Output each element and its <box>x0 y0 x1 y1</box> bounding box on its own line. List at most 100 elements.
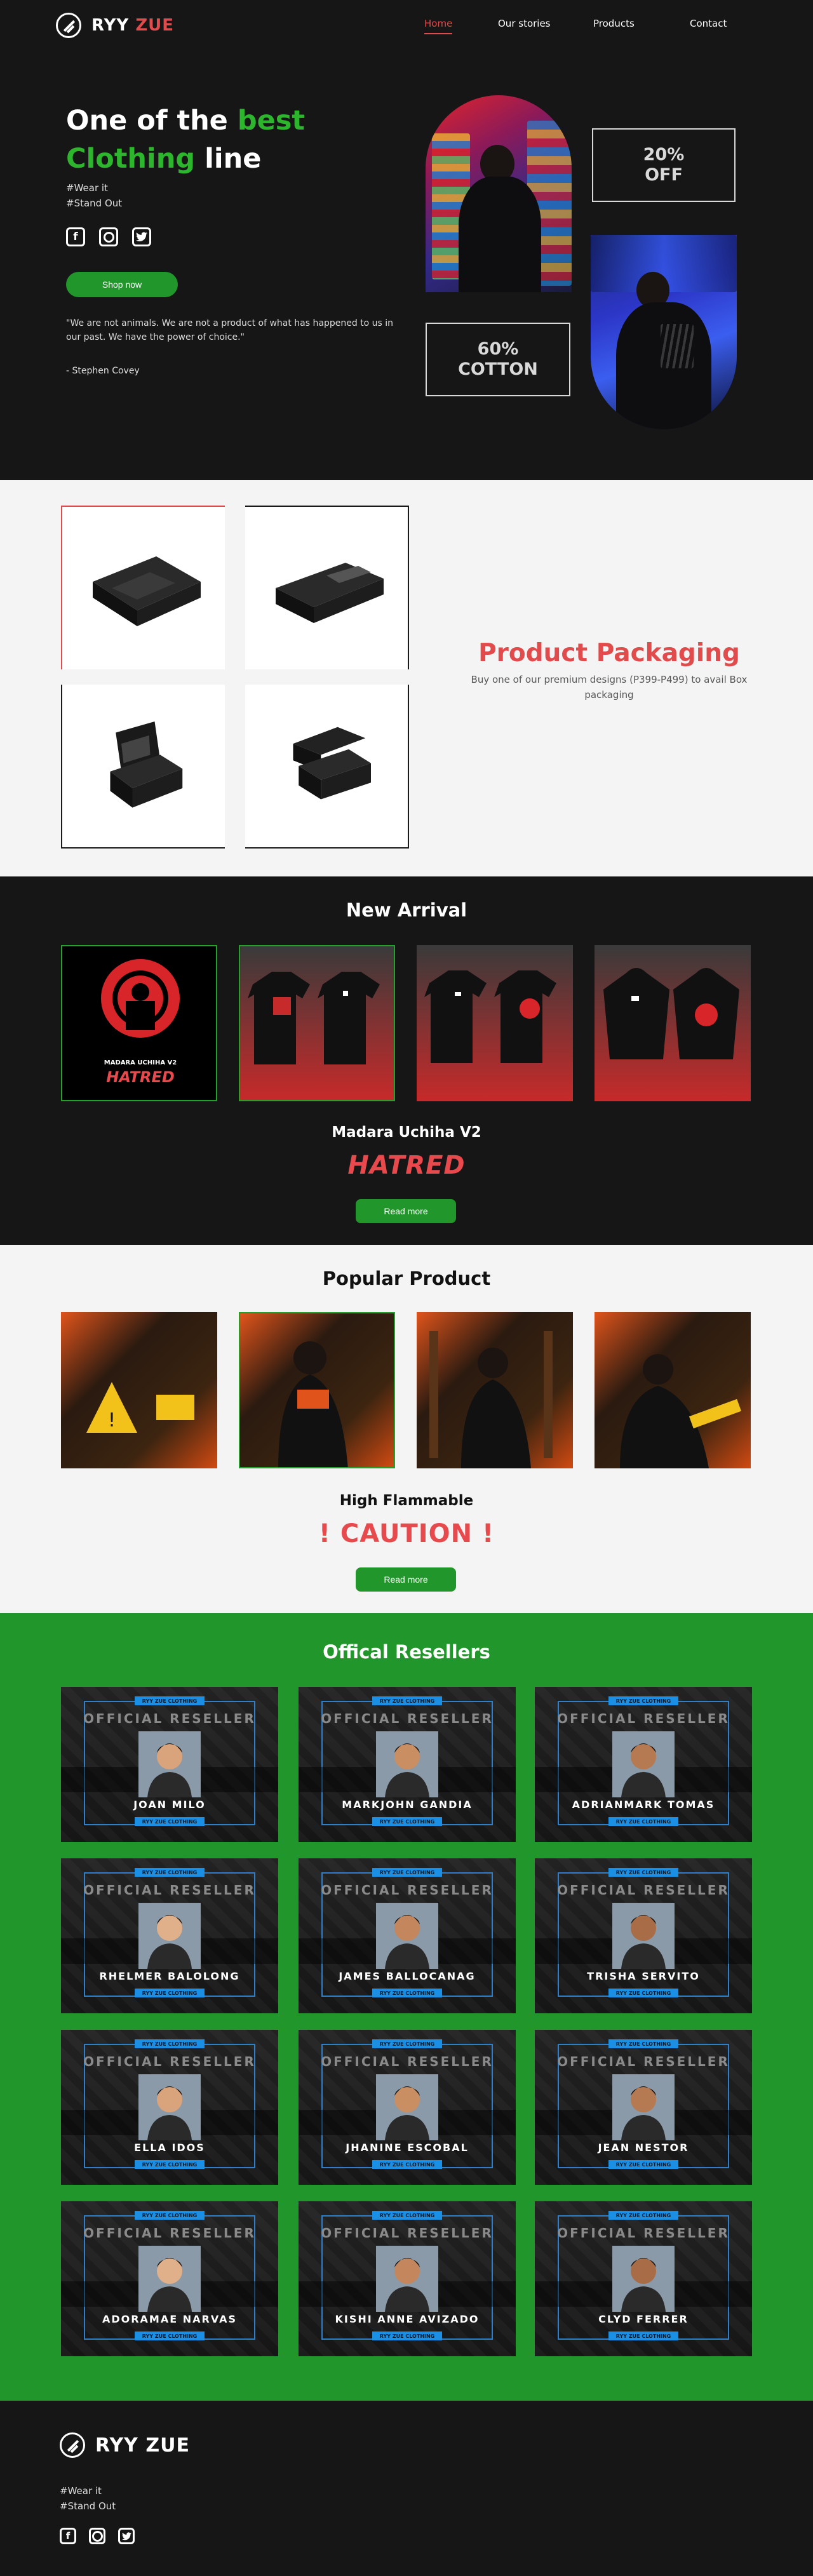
featured-product-name: High Flammable <box>339 1493 474 1509</box>
reseller-card[interactable]: RYY ZUE CLOTHING OFFICIAL RESELLER JEAN NE… <box>535 2030 752 2185</box>
brand-tag: RYY ZUE CLOTHING <box>372 2331 442 2340</box>
shop-now-button[interactable]: Shop now <box>66 272 178 297</box>
reseller-heading: OFFICIAL RESELLER <box>557 2054 730 2069</box>
footer-tags: #Wear it #Stand Out <box>60 2485 116 2512</box>
reseller-card[interactable]: RYY ZUE CLOTHING OFFICIAL RESELLER KISHI A… <box>299 2201 516 2356</box>
brand-tag: RYY ZUE CLOTHING <box>608 2160 678 2169</box>
reseller-name: RHELMER BALOLONG <box>99 1970 240 1982</box>
tshirt-pair-icon <box>424 970 556 1063</box>
reseller-card[interactable]: RYY ZUE CLOTHING OFFICIAL RESELLER ELLA ID… <box>61 2030 278 2185</box>
reseller-avatar <box>376 2074 438 2140</box>
resellers-section: Offical Resellers RYY ZUE CLOTHING OFFICI… <box>0 1613 813 2401</box>
brand-tag: RYY ZUE CLOTHING <box>135 2211 205 2220</box>
reseller-card[interactable]: RYY ZUE CLOTHING OFFICIAL RESELLER JHANINE… <box>299 2030 516 2185</box>
reseller-avatar <box>376 1731 438 1797</box>
reseller-heading: OFFICIAL RESELLER <box>321 2054 494 2069</box>
reseller-card[interactable]: RYY ZUE CLOTHING OFFICIAL RESELLER MARKJOH… <box>299 1687 516 1842</box>
reseller-heading: OFFICIAL RESELLER <box>83 2054 256 2069</box>
reseller-heading: OFFICIAL RESELLER <box>557 2225 730 2241</box>
facebook-icon[interactable]: f <box>66 227 85 246</box>
svg-text:!: ! <box>108 1409 116 1432</box>
hero-socials: f <box>66 227 151 246</box>
featured-product-name: Madara Uchiha V2 <box>332 1124 481 1141</box>
reseller-name: ADRIANMARK TOMAS <box>572 1799 715 1811</box>
reseller-card[interactable]: RYY ZUE CLOTHING OFFICIAL RESELLER ADORAMA… <box>61 2201 278 2356</box>
popular-product-section: Popular Product ! High Flammable ! CAUTI… <box>0 1245 813 1613</box>
reseller-heading: OFFICIAL RESELLER <box>83 1882 256 1898</box>
resellers-title: Offical Resellers <box>323 1641 490 1663</box>
reseller-card[interactable]: RYY ZUE CLOTHING OFFICIAL RESELLER RHELMER… <box>61 1858 278 2013</box>
reseller-heading: OFFICIAL RESELLER <box>321 1882 494 1898</box>
reseller-heading: OFFICIAL RESELLER <box>557 1711 730 1726</box>
brand-name-part1: RYY <box>91 16 130 35</box>
read-more-button[interactable]: Read more <box>356 1199 456 1223</box>
reseller-card[interactable]: RYY ZUE CLOTHING OFFICIAL RESELLER JOAN MI… <box>61 1687 278 1842</box>
reseller-avatar <box>138 1731 201 1797</box>
product-card[interactable]: MADARA UCHIHA V2 HATRED <box>61 945 217 1101</box>
facebook-icon[interactable]: f <box>60 2528 76 2544</box>
reseller-name: JOAN MILO <box>133 1799 206 1811</box>
brand-tag: RYY ZUE CLOTHING <box>135 1868 205 1877</box>
nav-products[interactable]: Products <box>593 18 690 34</box>
footer-logo[interactable]: RYY ZUE <box>60 2432 190 2458</box>
product-card[interactable] <box>595 945 751 1101</box>
brand-tag: RYY ZUE CLOTHING <box>608 2211 678 2220</box>
brand-tag: RYY ZUE CLOTHING <box>135 2160 205 2169</box>
nav-our-stories[interactable]: Our stories <box>498 18 593 34</box>
reseller-name: JHANINE ESCOBAL <box>346 2142 469 2154</box>
brand-name-part2: ZUE <box>135 16 175 35</box>
product-card[interactable] <box>417 1312 573 1468</box>
read-more-button[interactable]: Read more <box>356 1567 456 1592</box>
reseller-avatar <box>138 1903 201 1969</box>
packaging-image[interactable] <box>245 685 409 849</box>
packaging-subtitle: Buy one of our premium designs (P399-P49… <box>471 674 748 701</box>
reseller-avatar <box>138 2074 201 2140</box>
reseller-card[interactable]: RYY ZUE CLOTHING OFFICIAL RESELLER JAMES B… <box>299 1858 516 2013</box>
main-menu: Home Our stories Products Contact <box>424 18 727 34</box>
packaging-image[interactable] <box>245 506 409 669</box>
brand-tag: RYY ZUE CLOTHING <box>608 2039 678 2048</box>
packaging-image[interactable] <box>61 506 225 669</box>
reseller-card[interactable]: RYY ZUE CLOTHING OFFICIAL RESELLER CLYD FE… <box>535 2201 752 2356</box>
twitter-icon[interactable] <box>132 227 151 246</box>
packaging-section: Product Packaging Buy one of our premium… <box>0 480 813 876</box>
reseller-heading: OFFICIAL RESELLER <box>83 2225 256 2241</box>
nav-contact[interactable]: Contact <box>690 18 727 34</box>
reseller-card[interactable]: RYY ZUE CLOTHING OFFICIAL RESELLER TRISHA … <box>535 1858 752 2013</box>
footer: RYY ZUE #Wear it #Stand Out f <box>0 2401 813 2576</box>
box-illustration <box>276 563 384 623</box>
reseller-heading: OFFICIAL RESELLER <box>557 1882 730 1898</box>
packaging-image[interactable] <box>61 685 225 849</box>
reseller-heading: OFFICIAL RESELLER <box>321 1711 494 1726</box>
footer-socials: f <box>60 2528 135 2544</box>
product-card[interactable] <box>239 945 395 1101</box>
hoodie-pair-icon <box>603 968 739 1059</box>
nav-home[interactable]: Home <box>424 18 498 34</box>
reseller-name: JAMES BALLOCANAG <box>339 1970 476 1982</box>
brand-tag: RYY ZUE CLOTHING <box>608 1989 678 1997</box>
tshirt-pair-icon <box>248 972 380 1064</box>
product-card[interactable] <box>417 945 573 1101</box>
box-illustration <box>93 556 201 626</box>
brand-mark-icon <box>56 13 81 38</box>
brand-logo[interactable]: RYY ZUE <box>56 13 174 38</box>
new-arrival-title: New Arrival <box>346 899 467 921</box>
hero-section: RYY ZUE Home Our stories Products Contac… <box>0 0 813 480</box>
featured-product-logo: HATRED <box>347 1151 466 1180</box>
brand-tag: RYY ZUE CLOTHING <box>372 1817 442 1826</box>
page: RYY ZUE Home Our stories Products Contac… <box>0 0 813 2576</box>
product-card[interactable] <box>239 1312 395 1468</box>
instagram-icon[interactable] <box>89 2528 105 2544</box>
brand-tag: RYY ZUE CLOTHING <box>608 2331 678 2340</box>
product-card[interactable] <box>595 1312 751 1468</box>
brand-tag: RYY ZUE CLOTHING <box>372 1989 442 1997</box>
twitter-icon[interactable] <box>118 2528 135 2544</box>
model-photo-icon <box>429 1331 553 1468</box>
open-box-illustration <box>293 727 371 800</box>
reseller-name: KISHI ANNE AVIZADO <box>335 2313 480 2325</box>
instagram-icon[interactable] <box>99 227 118 246</box>
hero-tags: #Wear it #Stand Out <box>66 182 123 209</box>
reseller-card[interactable]: RYY ZUE CLOTHING OFFICIAL RESELLER ADRIANM… <box>535 1687 752 1842</box>
reseller-heading: OFFICIAL RESELLER <box>83 1711 256 1726</box>
product-card[interactable]: ! <box>61 1312 217 1468</box>
